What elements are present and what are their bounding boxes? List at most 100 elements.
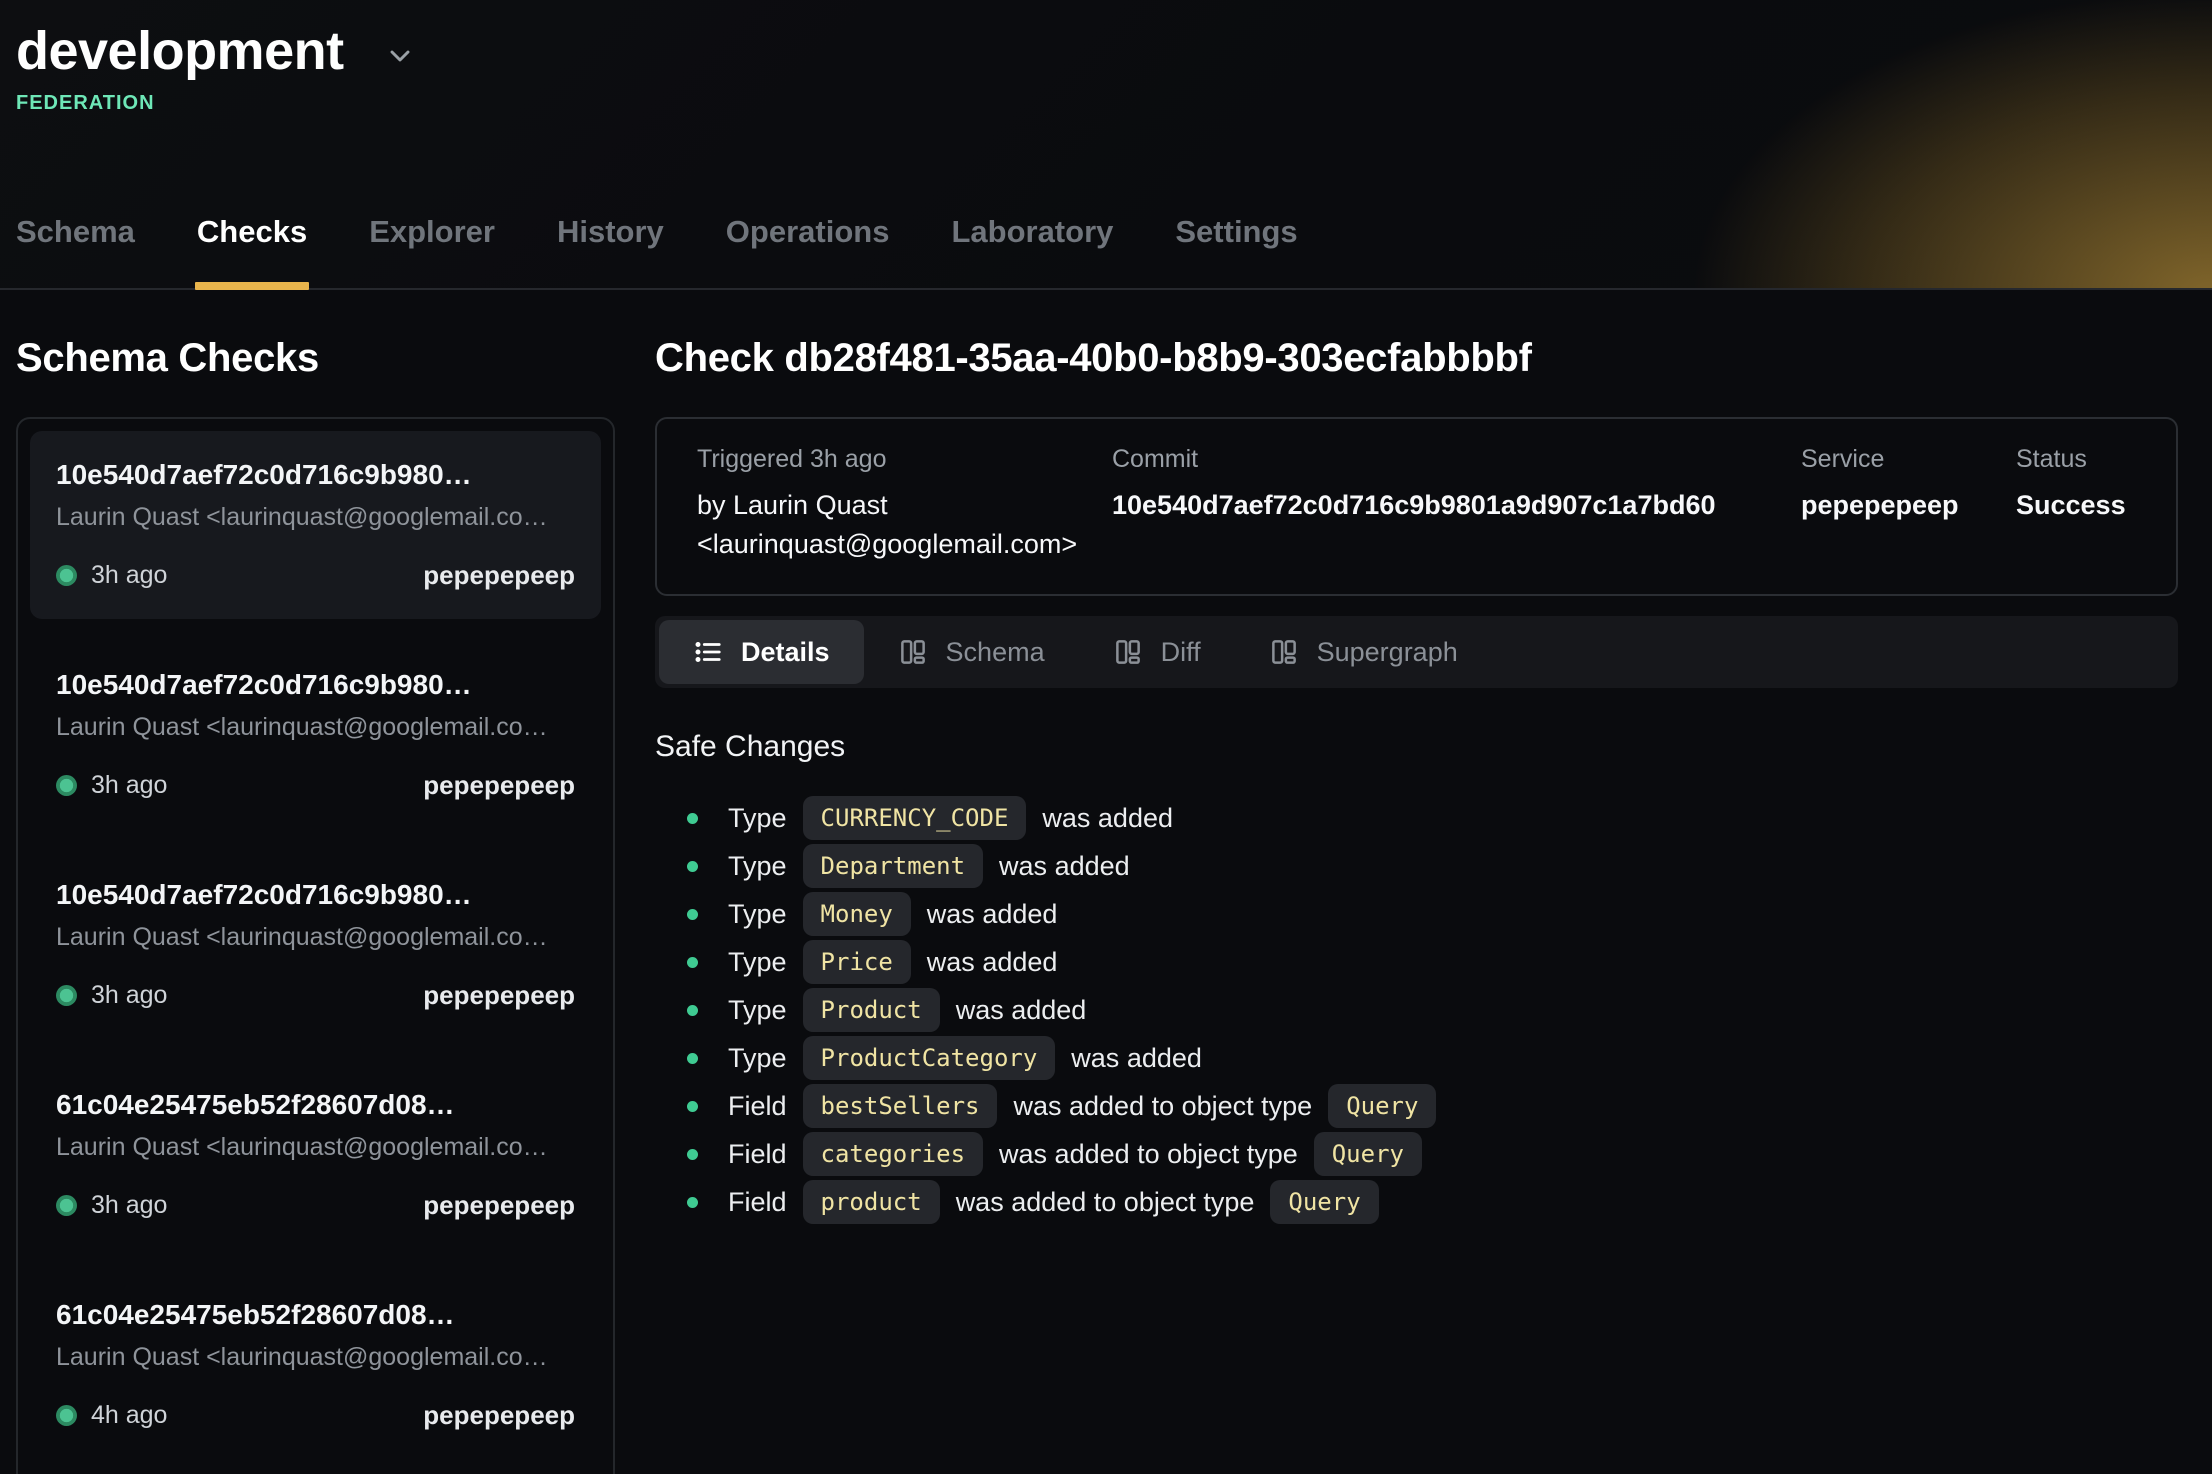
schema-checks-sidebar: Schema Checks 10e540d7aef72c0d716c9b980……	[0, 290, 640, 1474]
change-prefix: Type	[728, 1043, 787, 1074]
change-rest: was added	[1042, 803, 1173, 834]
columns-icon	[1269, 637, 1299, 667]
check-time: 3h ago	[91, 771, 167, 800]
view-tab-details[interactable]: Details	[659, 620, 864, 684]
triggered-label: Triggered 3h ago	[697, 445, 1112, 474]
check-list-item[interactable]: 61c04e25475eb52f28607d08… Laurin Quast <…	[30, 1061, 601, 1249]
change-rest: was added to object type	[1013, 1091, 1312, 1122]
list-icon	[693, 637, 723, 667]
change-code-chip: CURRENCY_CODE	[803, 796, 1027, 840]
change-code-chip: categories	[803, 1132, 984, 1176]
change-rest: was added	[999, 851, 1130, 882]
change-code-chip: product	[803, 1180, 940, 1224]
bullet-icon	[687, 861, 698, 872]
check-service: pepepepeep	[423, 1190, 575, 1221]
check-author: Laurin Quast <laurinquast@googlemail.co…	[56, 923, 575, 952]
check-list-item[interactable]: 61c04e25475eb52f28607d08… Laurin Quast <…	[30, 1271, 601, 1459]
change-prefix: Type	[728, 947, 787, 978]
change-target-chip: Query	[1314, 1132, 1422, 1176]
status-value: Success	[2016, 486, 2136, 525]
tab-schema[interactable]: Schema	[14, 214, 137, 288]
tab-explorer[interactable]: Explorer	[367, 214, 497, 288]
change-rest: was added	[927, 899, 1058, 930]
view-tab-diff[interactable]: Diff	[1079, 620, 1235, 684]
service-label: Service	[1801, 445, 2016, 474]
change-rest: was added to object type	[999, 1139, 1298, 1170]
tab-operations[interactable]: Operations	[724, 214, 892, 288]
check-view-tabs: Details Schema Diff	[655, 616, 2178, 688]
change-prefix: Type	[728, 803, 787, 834]
check-detail-title: Check db28f481-35aa-40b0-b8b9-303ecfabbb…	[655, 336, 2178, 381]
safe-changes-title: Safe Changes	[655, 730, 2178, 764]
change-rest: was added	[1071, 1043, 1202, 1074]
change-prefix: Type	[728, 899, 787, 930]
status-dot-icon	[56, 565, 77, 586]
change-row: Type ProductCategory was added	[655, 1034, 2178, 1082]
bullet-icon	[687, 1197, 698, 1208]
tab-settings[interactable]: Settings	[1173, 214, 1299, 288]
change-row: Field categories was added to object typ…	[655, 1130, 2178, 1178]
bullet-icon	[687, 1101, 698, 1112]
bullet-icon	[687, 909, 698, 920]
sidebar-title: Schema Checks	[16, 336, 640, 381]
check-list-item[interactable]: 10e540d7aef72c0d716c9b980… Laurin Quast …	[30, 431, 601, 619]
check-id: 10e540d7aef72c0d716c9b980…	[56, 669, 575, 701]
check-author: Laurin Quast <laurinquast@googlemail.co…	[56, 713, 575, 742]
view-tab-label: Diff	[1161, 637, 1201, 668]
change-rest: was added	[927, 947, 1058, 978]
change-target-chip: Query	[1328, 1084, 1436, 1128]
view-tab-label: Schema	[946, 637, 1045, 668]
status-dot-icon	[56, 775, 77, 796]
check-id: 61c04e25475eb52f28607d08…	[56, 1299, 575, 1331]
change-code-chip: Price	[803, 940, 911, 984]
chevron-down-icon[interactable]	[384, 40, 416, 72]
checks-list: 10e540d7aef72c0d716c9b980… Laurin Quast …	[16, 417, 615, 1474]
change-code-chip: Product	[803, 988, 940, 1032]
check-service: pepepepeep	[423, 560, 575, 591]
change-rest: was added	[956, 995, 1087, 1026]
check-time: 4h ago	[91, 1401, 167, 1430]
check-service: pepepepeep	[423, 770, 575, 801]
tab-checks[interactable]: Checks	[195, 214, 309, 288]
change-prefix: Field	[728, 1091, 787, 1122]
change-row: Type CURRENCY_CODE was added	[655, 794, 2178, 842]
bullet-icon	[687, 813, 698, 824]
view-tab-schema[interactable]: Schema	[864, 620, 1079, 684]
check-detail-pane: Check db28f481-35aa-40b0-b8b9-303ecfabbb…	[640, 290, 2212, 1226]
change-code-chip: Money	[803, 892, 911, 936]
bullet-icon	[687, 957, 698, 968]
columns-icon	[1113, 637, 1143, 667]
change-row: Type Money was added	[655, 890, 2178, 938]
view-tab-supergraph[interactable]: Supergraph	[1235, 620, 1492, 684]
check-time: 3h ago	[91, 981, 167, 1010]
check-service: pepepepeep	[423, 980, 575, 1011]
view-tab-label: Details	[741, 637, 830, 668]
change-row: Field bestSellers was added to object ty…	[655, 1082, 2178, 1130]
check-author: Laurin Quast <laurinquast@googlemail.co…	[56, 503, 575, 532]
change-prefix: Field	[728, 1139, 787, 1170]
change-code-chip: bestSellers	[803, 1084, 998, 1128]
check-id: 61c04e25475eb52f28607d08…	[56, 1089, 575, 1121]
check-list-item[interactable]: 10e540d7aef72c0d716c9b980… Laurin Quast …	[30, 641, 601, 829]
check-time: 3h ago	[91, 1191, 167, 1220]
check-list-item[interactable]: 10e540d7aef72c0d716c9b980… Laurin Quast …	[30, 851, 601, 1039]
service-name: pepepepeep	[1801, 486, 2016, 525]
status-dot-icon	[56, 985, 77, 1006]
change-code-chip: ProductCategory	[803, 1036, 1056, 1080]
project-type-badge: FEDERATION	[16, 92, 2212, 115]
change-prefix: Type	[728, 995, 787, 1026]
check-author: Laurin Quast <laurinquast@googlemail.co…	[56, 1343, 575, 1372]
status-label: Status	[2016, 445, 2136, 474]
tab-laboratory[interactable]: Laboratory	[949, 214, 1115, 288]
change-target-chip: Query	[1270, 1180, 1378, 1224]
change-row: Field product was added to object type Q…	[655, 1178, 2178, 1226]
view-tab-label: Supergraph	[1317, 637, 1458, 668]
triggered-by-line1: by Laurin Quast	[697, 486, 1112, 525]
main-nav-tabs: Schema Checks Explorer History Operation…	[14, 214, 1300, 288]
change-code-chip: Department	[803, 844, 984, 888]
tab-history[interactable]: History	[555, 214, 666, 288]
commit-label: Commit	[1112, 445, 1801, 474]
check-time: 3h ago	[91, 561, 167, 590]
bullet-icon	[687, 1005, 698, 1016]
change-prefix: Type	[728, 851, 787, 882]
